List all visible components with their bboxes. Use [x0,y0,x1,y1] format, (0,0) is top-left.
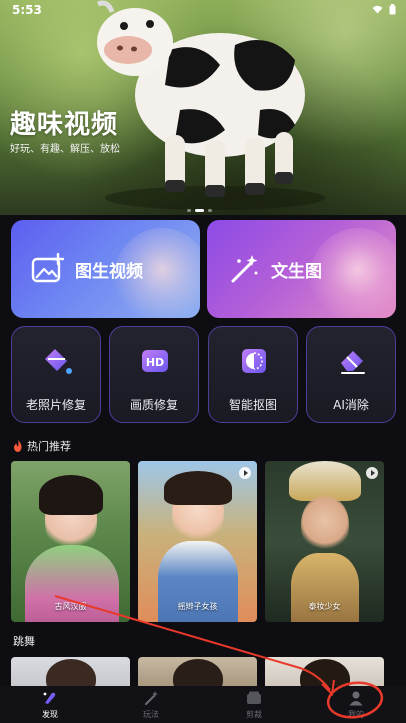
page-dot [187,209,191,212]
quality-repair-tile[interactable]: HD 画质修复 [109,326,199,423]
status-time: 5:53 [12,3,42,17]
ai-erase-label: AI消除 [333,398,369,412]
dance-section-title: 跳舞 [13,635,35,648]
status-icons [372,4,396,15]
bottom-nav: 发现 玩法 剪裁 我的 [0,686,406,723]
hot-section-header: 热门推荐 [13,438,71,454]
video-caption: 泰妆少女 [308,602,341,611]
old-photo-repair-label: 老照片修复 [25,398,86,412]
old-photo-repair-tile[interactable]: 老照片修复 [11,326,101,423]
video-caption: 摇辫子女孩 [177,602,218,611]
paint-bucket-icon [45,349,72,374]
page-indicator [187,209,212,212]
nav-label: 我的 [348,710,364,719]
video-card[interactable] [11,657,130,687]
flame-icon [14,440,22,452]
folder-icon [247,691,261,704]
discover-icon [43,692,56,704]
hero-banner[interactable]: 5:53 趣味视频 好玩、有趣、解压、放松 [0,0,406,215]
text-to-image-card[interactable]: 文生图 [207,220,396,318]
banner-title: 趣味视频 [10,110,119,140]
image-plus-icon [31,253,65,283]
magic-wand-icon [145,691,158,705]
page-dot [208,209,212,212]
dance-section-header: 跳舞 [13,633,35,649]
wifi-icon [372,5,383,14]
quality-repair-label: 画质修复 [129,398,178,412]
video-card[interactable]: 古风汉服 [11,461,130,622]
card-portrait-image [301,495,349,553]
video-card[interactable] [265,657,384,687]
video-card[interactable]: 摇辫子女孩 [138,461,257,622]
hd-icon: HD [142,350,168,372]
image-to-video-card[interactable]: 图生视频 [11,220,200,318]
cutout-icon [242,349,266,373]
play-icon [366,467,378,479]
nav-item-edit[interactable]: 剪裁 [224,686,284,723]
user-icon [349,691,363,706]
smart-cutout-tile[interactable]: 智能抠图 [208,326,298,423]
video-card[interactable]: 泰妆少女 [265,461,384,622]
nav-label: 发现 [42,710,58,719]
nav-label: 剪裁 [246,710,262,719]
nav-item-play[interactable]: 玩法 [121,686,181,723]
hair-shape [164,471,232,505]
smart-cutout-label: 智能抠图 [228,398,277,412]
text-to-image-label: 文生图 [271,262,322,282]
video-card[interactable] [138,657,257,687]
card-portrait-image [173,659,223,687]
magic-wand-icon [231,255,258,283]
banner-subtitle: 好玩、有趣、解压、放松 [10,144,120,155]
card-portrait-image [300,659,350,687]
hot-section-title: 热门推荐 [27,440,71,453]
card-portrait-image [46,659,96,687]
video-caption: 古风汉服 [54,602,87,611]
image-to-video-label: 图生视频 [75,262,143,282]
eraser-icon [341,351,365,374]
nav-item-me[interactable]: 我的 [326,686,386,723]
status-bar: 5:53 [0,0,406,22]
nav-item-discover[interactable]: 发现 [20,686,80,723]
ai-erase-tile[interactable]: AI消除 [306,326,396,423]
hair-shape [39,475,103,515]
page-dot-active [195,209,204,212]
play-icon [239,467,251,479]
svg-text:HD: HD [146,356,164,369]
battery-icon [389,4,396,15]
nav-label: 玩法 [143,710,159,719]
